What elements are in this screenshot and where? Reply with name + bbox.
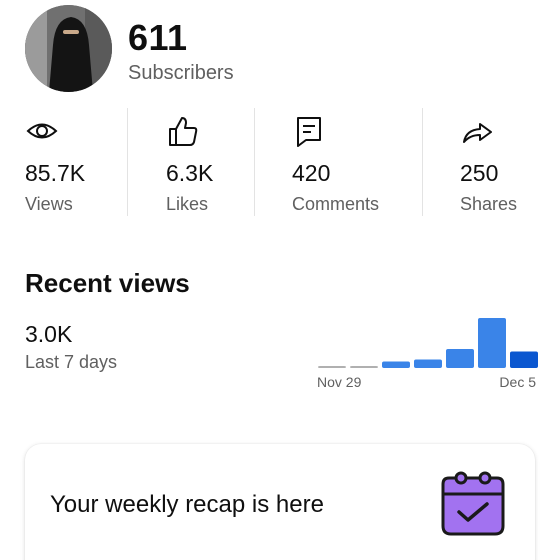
stat-divider: [254, 108, 255, 216]
likes-label: Likes: [166, 194, 209, 214]
share-icon: [463, 123, 492, 143]
calendar-check-icon: [441, 471, 505, 536]
subscriber-label: Subscribers: [128, 62, 234, 84]
recent-views-period: Last 7 days: [25, 352, 118, 372]
channel-header: 611 Subscribers: [25, 5, 545, 95]
chart-bar: [318, 366, 346, 368]
comment-icon: [297, 117, 321, 147]
comments-label: Comments: [292, 194, 380, 214]
chart-end-label: Dec 5: [499, 374, 536, 390]
chart-bar: [414, 359, 442, 368]
recent-views-bars: [318, 318, 538, 368]
shares-label: Shares: [460, 194, 518, 214]
comments-value: 420: [292, 160, 331, 186]
stat-divider: [127, 108, 128, 216]
recent-views-chart[interactable]: Nov 29 Dec 5: [316, 312, 540, 392]
views-value: 85.7K: [25, 160, 86, 186]
chart-bar: [510, 351, 538, 368]
stats-row: 85.7K Views 6.3K Likes 420 Comments 250 …: [0, 108, 560, 216]
thumbs-up-icon: [169, 117, 198, 146]
subscriber-count: 611: [128, 17, 188, 58]
chart-bar: [446, 349, 474, 368]
weekly-recap-text: Your weekly recap is here: [50, 491, 324, 518]
recent-views-title: Recent views: [25, 268, 190, 298]
recent-views-value: 3.0K: [25, 321, 73, 347]
eye-icon: [26, 123, 58, 139]
chart-bar: [382, 361, 410, 368]
views-label: Views: [25, 194, 73, 214]
stat-divider: [422, 108, 423, 216]
chart-bar: [350, 366, 378, 368]
chart-bar: [478, 318, 506, 368]
likes-value: 6.3K: [166, 160, 214, 186]
channel-avatar[interactable]: [25, 5, 112, 92]
weekly-recap-card[interactable]: Your weekly recap is here: [25, 444, 535, 560]
shares-value: 250: [460, 160, 499, 186]
chart-start-label: Nov 29: [317, 374, 362, 390]
